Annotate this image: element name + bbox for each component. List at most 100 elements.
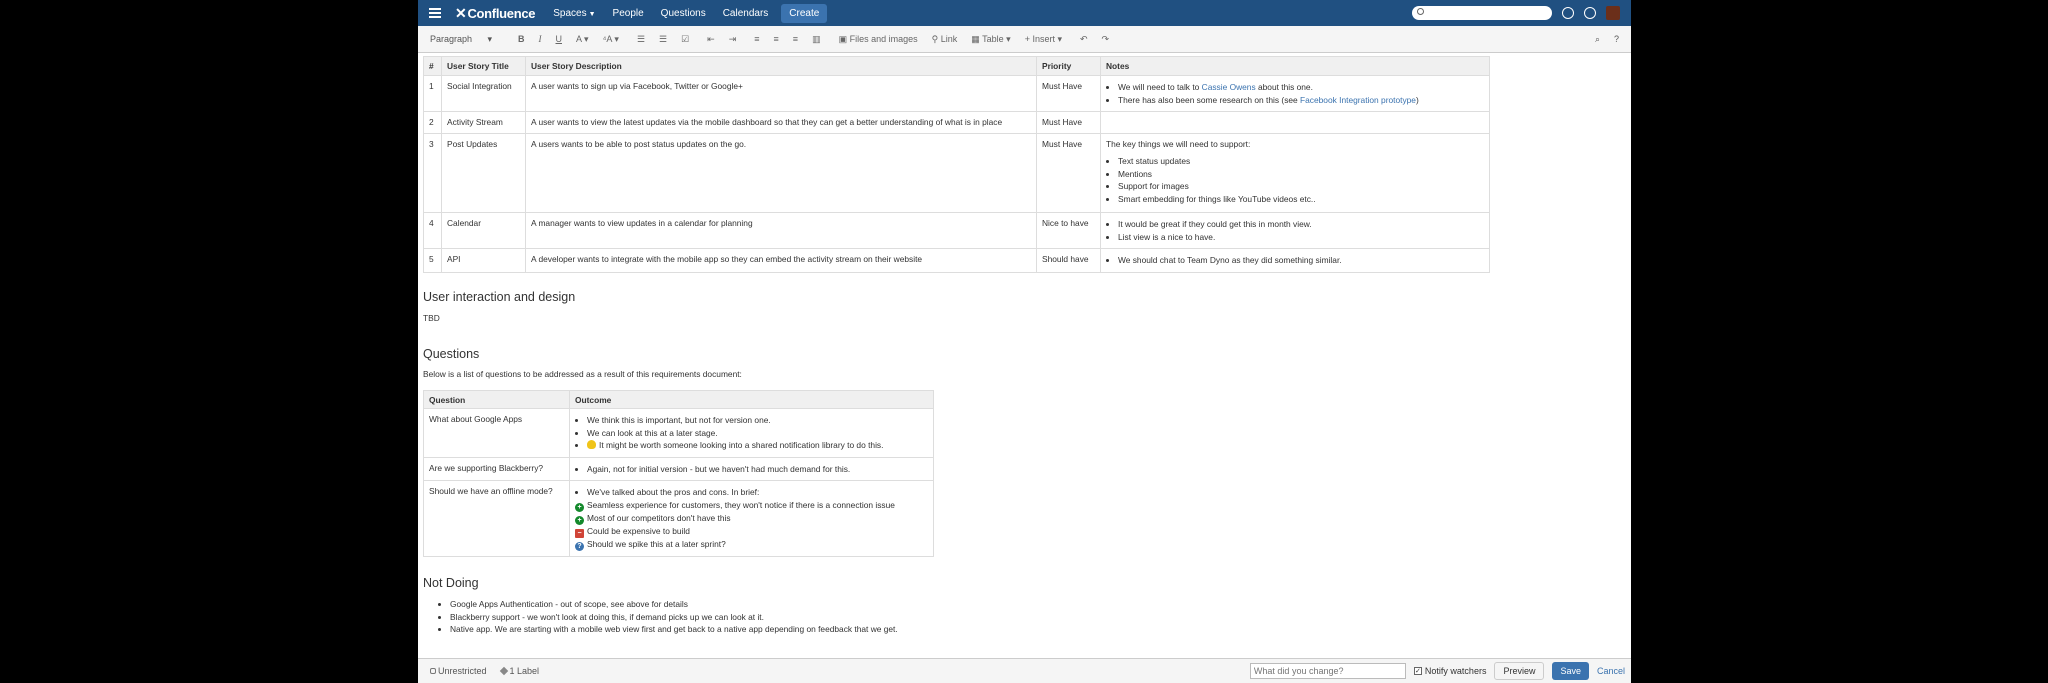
notifications-icon[interactable] — [1584, 7, 1596, 19]
lightbulb-icon — [587, 440, 596, 450]
link-button[interactable]: ⚲ Link — [932, 34, 958, 45]
story-notes: We will need to talk to Cassie Owens abo… — [1100, 74, 1490, 113]
nav-questions[interactable]: Questions — [661, 8, 706, 19]
underline-icon[interactable]: U — [556, 34, 563, 44]
cancel-button[interactable]: Cancel — [1597, 666, 1625, 676]
story-title: Social Integration — [441, 74, 526, 113]
nav-spaces[interactable]: Spaces ▼ — [553, 8, 595, 19]
preview-button[interactable]: Preview — [1494, 662, 1545, 680]
restrictions-button[interactable]: Unrestricted — [430, 666, 487, 676]
indent-icon[interactable]: ⇥ — [729, 34, 737, 45]
story-notes: It would be great if they could get this… — [1100, 212, 1490, 250]
row-number: 5 — [423, 248, 442, 273]
table-row[interactable]: 4 Calendar A manager wants to view updat… — [423, 212, 1490, 250]
section-heading-questions: Questions — [423, 347, 480, 361]
column-header: Outcome — [569, 390, 934, 409]
italic-icon[interactable]: I — [539, 34, 542, 44]
table-icon: ▦ — [971, 33, 980, 44]
confluence-logo[interactable]: ✕ Confluence — [455, 5, 536, 22]
align-center-icon[interactable]: ≡ — [774, 34, 779, 44]
search-input[interactable] — [1412, 6, 1552, 20]
files-images-button[interactable]: ▣ Files and images — [839, 34, 918, 45]
logo-text: Confluence — [467, 5, 536, 21]
paragraph-style-select[interactable]: Paragraph ▾ — [430, 34, 492, 45]
redo-icon[interactable]: ↷ — [1102, 34, 1110, 45]
list-item: ? Should we spike this at a later sprint? — [575, 538, 928, 551]
list-item: Again, not for initial version - but we … — [587, 463, 928, 476]
question-cell: Are we supporting Blackberry? — [423, 456, 570, 482]
story-title: Activity Stream — [441, 111, 526, 135]
create-button[interactable]: Create — [781, 3, 828, 23]
chevron-down-icon: ▼ — [588, 10, 596, 18]
change-comment-input[interactable] — [1249, 663, 1406, 679]
help-icon[interactable] — [1562, 7, 1574, 19]
find-replace-icon[interactable]: ⌕ — [1595, 34, 1600, 45]
story-description: A users wants to be able to post status … — [525, 133, 1037, 214]
table-row[interactable]: 2 Activity Stream A user wants to view t… — [423, 111, 1490, 135]
footer-left: Unrestricted 1 Label — [430, 666, 539, 676]
align-left-icon[interactable]: ≡ — [754, 34, 759, 44]
page-link[interactable]: Facebook Integration prototype — [1300, 95, 1416, 105]
lock-icon — [430, 668, 436, 674]
questions-intro: Below is a list of questions to be addre… — [423, 369, 742, 379]
table-header-row: Question Outcome — [423, 390, 934, 409]
row-number: 1 — [423, 74, 442, 113]
story-notes: The key things we will need to support: … — [1100, 133, 1490, 214]
outcome-cell: Again, not for initial version - but we … — [569, 456, 934, 482]
nav-calendars[interactable]: Calendars — [723, 8, 769, 19]
story-notes: We should chat to Team Dyno as they did … — [1100, 248, 1490, 273]
align-right-icon[interactable]: ≡ — [793, 34, 798, 44]
chevron-down-icon: ▾ — [487, 33, 492, 44]
notify-watchers-checkbox[interactable]: ✓ Notify watchers — [1413, 666, 1486, 676]
list-item: Google Apps Authentication - out of scop… — [450, 598, 898, 611]
avatar[interactable] — [1606, 6, 1620, 20]
menu-icon[interactable] — [429, 8, 441, 18]
story-priority: Nice to have — [1036, 212, 1101, 250]
outdent-icon[interactable]: ⇤ — [707, 34, 715, 45]
plus-icon: + — [575, 515, 584, 525]
table-row[interactable]: Are we supporting Blackberry? Again, not… — [423, 456, 934, 482]
link-icon: ⚲ — [931, 33, 939, 44]
table-row[interactable]: Should we have an offline mode? We've ta… — [423, 480, 934, 557]
bold-icon[interactable]: B — [518, 34, 525, 44]
nav-people[interactable]: People — [613, 8, 644, 19]
numbered-list-icon[interactable]: ☰ — [659, 34, 667, 45]
table-row[interactable]: 3 Post Updates A users wants to be able … — [423, 133, 1490, 214]
story-priority: Must Have — [1036, 74, 1101, 113]
table-row[interactable]: 5 API A developer wants to integrate wit… — [423, 248, 1490, 273]
row-number: 2 — [423, 111, 442, 135]
minus-icon: − — [575, 528, 584, 538]
row-number: 4 — [423, 212, 442, 250]
save-button[interactable]: Save — [1552, 662, 1589, 680]
story-description: A developer wants to integrate with the … — [525, 248, 1037, 273]
formatting-icon[interactable]: ⁴A ▾ — [603, 34, 619, 45]
list-item: + Most of our competitors don't have this — [575, 512, 928, 525]
story-description: A user wants to sign up via Facebook, Tw… — [525, 74, 1037, 113]
table-row[interactable]: 1 Social Integration A user wants to sig… — [423, 74, 1490, 113]
top-navigation: ✕ Confluence Spaces ▼ People Questions Cal… — [418, 0, 1631, 26]
bullet-list-icon[interactable]: ☰ — [637, 34, 645, 45]
table-row[interactable]: What about Google Apps We think this is … — [423, 408, 934, 458]
story-priority: Should have — [1036, 248, 1101, 273]
list-item: − Could be expensive to build — [575, 525, 928, 538]
labels-button[interactable]: 1 Label — [499, 666, 539, 676]
list-item: We think this is important, but not for … — [587, 414, 928, 427]
column-header: User Story Title — [441, 56, 526, 76]
question-cell: What about Google Apps — [423, 408, 570, 458]
table-button[interactable]: ▦ Table ▾ — [971, 34, 1010, 45]
column-header: User Story Description — [525, 56, 1037, 76]
list-item: Text status updates — [1118, 155, 1484, 168]
keyboard-help-icon[interactable]: ? — [1614, 34, 1619, 45]
user-mention-link[interactable]: Cassie Owens — [1202, 82, 1256, 92]
insert-button[interactable]: + Insert ▾ — [1025, 34, 1062, 45]
not-doing-list: Google Apps Authentication - out of scop… — [438, 598, 898, 636]
list-item: It might be worth someone looking into a… — [587, 439, 928, 452]
text-color-icon[interactable]: A ▾ — [576, 34, 589, 45]
questions-table: Question Outcome What about Google Apps … — [423, 390, 934, 557]
task-list-icon[interactable]: ☑ — [681, 34, 689, 45]
design-body[interactable]: TBD — [423, 313, 440, 323]
list-item: We should chat to Team Dyno as they did … — [1118, 254, 1484, 267]
page-layout-icon[interactable]: ▥ — [812, 34, 821, 45]
undo-icon[interactable]: ↶ — [1080, 34, 1088, 45]
requirements-table: # User Story Title User Story Descriptio… — [423, 56, 1490, 273]
